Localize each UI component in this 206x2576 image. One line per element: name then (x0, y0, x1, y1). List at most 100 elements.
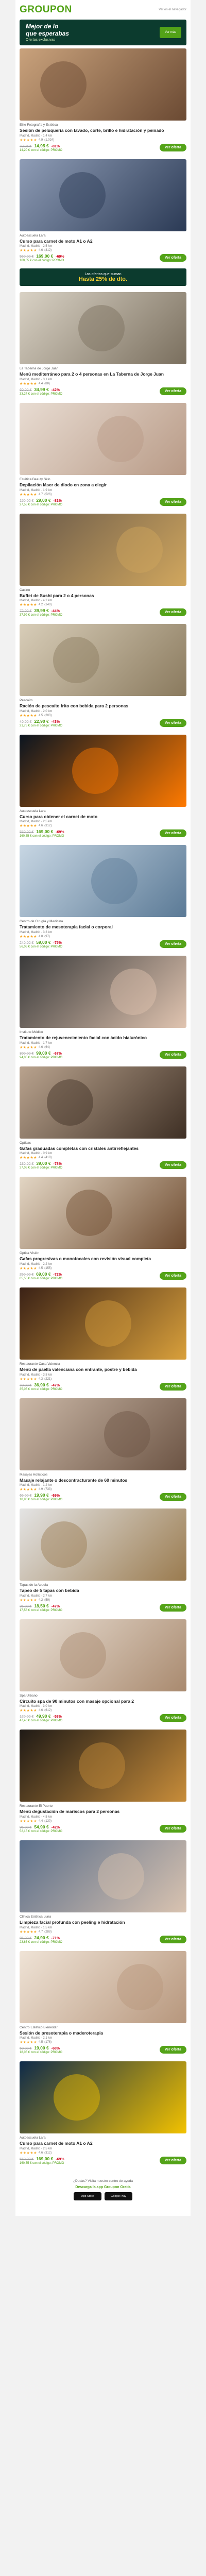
deal-image[interactable] (20, 1840, 186, 1912)
deal-title[interactable]: Depilación láser de diodo en zona a eleg… (20, 482, 186, 488)
deal-promo: 160,55 € con el código: PROMO (20, 835, 64, 838)
deal-price-line: 35,00 € 18,50 € -47% (20, 1603, 62, 1608)
view-deal-button[interactable]: Ver oferta (159, 1825, 186, 1833)
deal-image[interactable] (20, 159, 186, 231)
hero-banner[interactable]: Mejor de lo que esperabas Ofertas exclus… (20, 20, 186, 45)
view-deal-button[interactable]: Ver oferta (159, 498, 186, 506)
deal-title[interactable]: Menú mediterráneo para 2 o 4 personas en… (20, 371, 186, 377)
deal-promo: 65,55 € con el código: PROMO (20, 1277, 63, 1280)
deal-title[interactable]: Circuito spa de 90 minutos con masaje op… (20, 1699, 186, 1704)
deal-title[interactable]: Curso para carnet de moto A1 o A2 (20, 239, 186, 244)
deal-title[interactable]: Curso para carnet de moto A1 o A2 (20, 2141, 186, 2146)
deal-title[interactable]: Gafas progresivas o monofocales con revi… (20, 1256, 186, 1262)
deal-image[interactable] (20, 48, 186, 121)
deal-image[interactable] (20, 1730, 186, 1802)
deal-card[interactable]: Restaurante El Puerto Menú degustación d… (15, 1726, 191, 1837)
deal-title[interactable]: Gafas graduadas completas con cristales … (20, 1146, 186, 1151)
deal-card[interactable]: Centro Estético Bienestar Sesión de pres… (15, 1948, 191, 2059)
deal-review-count: (612) (44, 1709, 52, 1713)
deal-card[interactable]: Estética Beauty Skin Depilación láser de… (15, 400, 191, 511)
deal-location: Madrid, Madrid · 2,1 km (20, 2037, 53, 2040)
footer: ¿Dudas? Visita nuestro centro de ayuda D… (15, 2169, 191, 2216)
deal-card[interactable]: Masajes Holísticos Masaje relajante o de… (15, 1395, 191, 1506)
deal-card[interactable]: Tapas de la Abuela Tapeo de 5 tapas con … (15, 1505, 191, 1616)
deal-card[interactable]: Casino Buffet de Sushi para 2 o 4 person… (15, 511, 191, 621)
deal-title[interactable]: Curso para obtener el carnet de moto (20, 814, 186, 820)
app-store-button[interactable]: App Store (74, 2192, 101, 2200)
hero-badge[interactable]: Ver más (160, 27, 181, 38)
deal-price-line: 79,95 € 14,95 € -81% (20, 143, 62, 148)
view-deal-button[interactable]: Ver oferta (159, 1050, 186, 1059)
deal-title[interactable]: Tratamiento de mesoterapia facial o corp… (20, 924, 186, 930)
deal-promo: 160,55 € con el código: PROMO (20, 259, 64, 263)
deal-location: Madrid, Madrid · 2,5 km (20, 2147, 53, 2150)
footer-help-text[interactable]: ¿Dudas? Visita nuestro centro de ayuda (21, 2179, 185, 2183)
deal-title[interactable]: Tratamiento de rejuvenecimiento facial c… (20, 1035, 186, 1041)
deal-title[interactable]: Buffet de Sushi para 2 o 4 personas (20, 593, 186, 599)
deal-location: Madrid, Madrid · 1,4 km (20, 134, 53, 138)
deal-image[interactable] (20, 956, 186, 1028)
deal-card[interactable]: Elite Fotografía y Estética Sesión de pe… (15, 45, 191, 156)
view-deal-button[interactable]: Ver oferta (159, 387, 186, 395)
view-deal-button[interactable]: Ver oferta (159, 1382, 186, 1391)
deal-title[interactable]: Menú degustación de mariscos para 2 pers… (20, 1809, 186, 1815)
deal-image[interactable] (20, 402, 186, 475)
deal-title[interactable]: Sesión de peluquería con lavado, corte, … (20, 128, 186, 133)
view-deal-button[interactable]: Ver oferta (159, 1935, 186, 1943)
deal-title[interactable]: Limpieza facial profunda con peeling e h… (20, 1920, 186, 1925)
view-deal-button[interactable]: Ver oferta (159, 143, 186, 151)
deal-card[interactable]: Spa Urbano Circuito spa de 90 minutos co… (15, 1616, 191, 1727)
deal-prices: 95,00 € 54,90 € -42% 52,15 € con el códi… (20, 1824, 62, 1833)
deal-title[interactable]: Menú de paella valenciana con entrante, … (20, 1367, 186, 1372)
deal-promo: 56,05 € con el código: PROMO (20, 945, 63, 948)
view-deal-button[interactable]: Ver oferta (159, 1272, 186, 1280)
view-deal-button[interactable]: Ver oferta (159, 2046, 186, 2054)
deal-image[interactable] (20, 1509, 186, 1581)
deal-promo: 27,55 € con el código: PROMO (20, 503, 63, 506)
deal-card[interactable]: Pescaíto Ración de pescaíto frito con be… (15, 621, 191, 732)
deal-image[interactable] (20, 734, 186, 807)
deal-image[interactable] (20, 1287, 186, 1360)
deal-image[interactable] (20, 2061, 186, 2134)
deal-rating-value: 4.2 (38, 603, 43, 607)
deal-image[interactable] (20, 292, 186, 365)
view-deal-button[interactable]: Ver oferta (159, 940, 186, 948)
deal-card[interactable]: Restaurante Casa Valencia Menú de paella… (15, 1284, 191, 1395)
view-deal-button[interactable]: Ver oferta (159, 608, 186, 617)
deal-card[interactable]: Centro de Cirugía y Medicina Tratamiento… (15, 842, 191, 953)
deal-card[interactable]: Autoescuela Lara Curso para carnet de mo… (15, 156, 191, 267)
deal-image[interactable] (20, 845, 186, 918)
view-in-browser-link[interactable]: Ver en el navegador (159, 8, 186, 11)
view-deal-button[interactable]: Ver oferta (159, 1603, 186, 1612)
view-deal-button[interactable]: Ver oferta (159, 719, 186, 727)
view-deal-button[interactable]: Ver oferta (159, 2156, 186, 2164)
deal-card[interactable]: Instituto Médico Tratamiento de rejuvene… (15, 953, 191, 1063)
deal-image[interactable] (20, 1177, 186, 1249)
groupon-logo[interactable]: GROUPON (20, 4, 72, 15)
deal-card[interactable]: Ópticas Gafas graduadas completas con cr… (15, 1063, 191, 1174)
play-store-button[interactable]: Google Play (105, 2192, 132, 2200)
deal-card[interactable]: Autoescuela Lara Curso para carnet de mo… (15, 2058, 191, 2169)
deal-title[interactable]: Masaje relajante o descontracturante de … (20, 1478, 186, 1483)
deal-image[interactable] (20, 513, 186, 586)
deal-discount: -42% (51, 388, 60, 392)
view-deal-button[interactable]: Ver oferta (159, 1161, 186, 1170)
deal-image[interactable] (20, 1619, 186, 1691)
promo-banner[interactable]: Las ofertas que suman Hasta 25% de dto. (20, 268, 186, 286)
view-deal-button[interactable]: Ver oferta (159, 254, 186, 262)
deal-merchant: Elite Fotografía y Estética (20, 123, 58, 127)
deal-image[interactable] (20, 1066, 186, 1139)
deal-image[interactable] (20, 1951, 186, 2023)
deal-card[interactable]: Óptica Visión Gafas progresivas o monofo… (15, 1174, 191, 1284)
view-deal-button[interactable]: Ver oferta (159, 829, 186, 838)
deal-title[interactable]: Sesión de presoterapia o maderoterapia (20, 2030, 186, 2036)
view-deal-button[interactable]: Ver oferta (159, 1714, 186, 1722)
deal-image[interactable] (20, 624, 186, 697)
deal-title[interactable]: Tapeo de 5 tapas con bebida (20, 1588, 186, 1594)
deal-title[interactable]: Ración de pescaíto frito con bebida para… (20, 703, 186, 709)
deal-card[interactable]: Clínica Estética Luna Limpieza facial pr… (15, 1837, 191, 1948)
deal-image[interactable] (20, 1398, 186, 1470)
deal-card[interactable]: Autoescuela Lara Curso para obtener el c… (15, 732, 191, 842)
view-deal-button[interactable]: Ver oferta (159, 1493, 186, 1501)
deal-card[interactable]: La Taberna de Jorge Juan Menú mediterrán… (15, 289, 191, 400)
